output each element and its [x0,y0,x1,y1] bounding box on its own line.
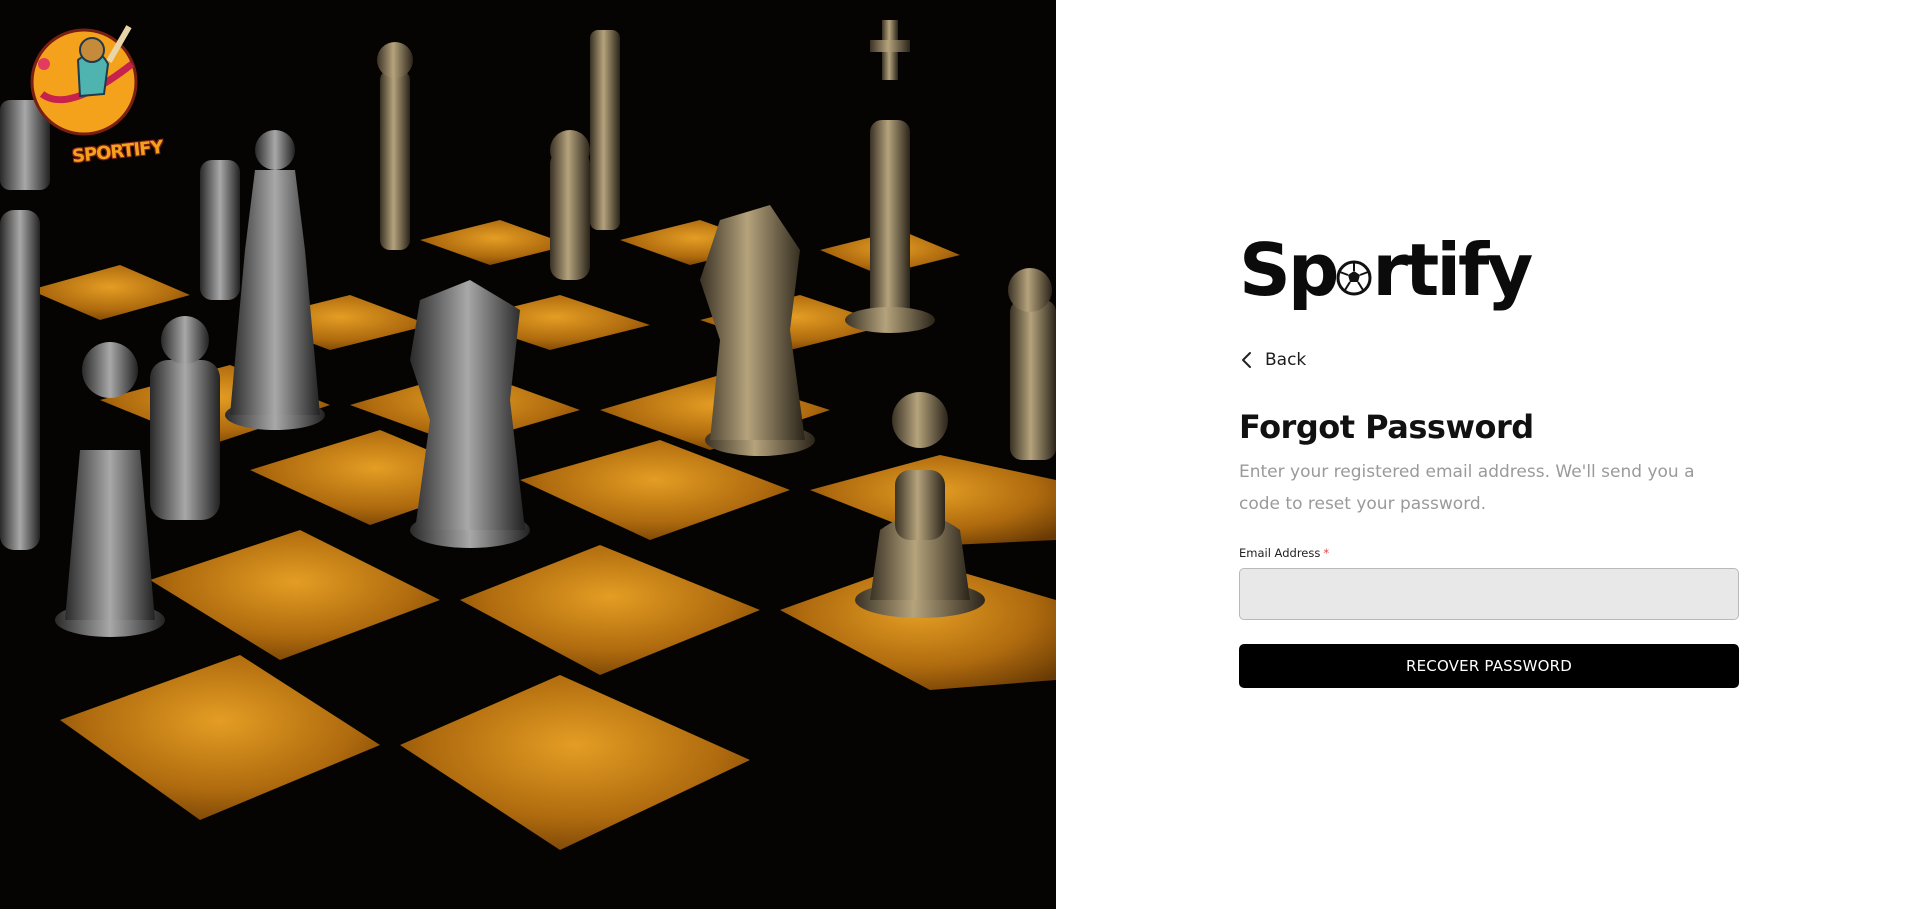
email-label-text: Email Address [1239,546,1321,560]
email-field-label: Email Address * [1239,546,1739,560]
auth-panel: Sp rtify Back Forgot Password Enter your… [1056,0,1920,909]
page-subtitle: Enter your registered email address. We'… [1239,462,1695,514]
forgot-password-form: Sp rtify Back Forgot Password Enter your… [1239,230,1739,688]
brand-wordmark-end: rtify [1372,228,1533,312]
brand-wordmark-start: Sp [1239,228,1339,312]
email-field[interactable] [1239,568,1739,620]
page-title: Forgot Password [1239,408,1534,446]
soccer-ball-icon [1336,260,1372,296]
sportify-badge-logo: SPORTIFY [28,24,164,167]
chevron-left-icon [1242,352,1251,368]
recover-password-button[interactable]: RECOVER PASSWORD [1239,644,1739,688]
brand-wordmark: Sp rtify [1239,230,1739,310]
back-link[interactable]: Back [1239,350,1329,370]
hero-image-panel: SPORTIFY [0,0,1056,909]
required-marker: * [1323,546,1330,560]
cricket-player-icon [30,25,138,136]
back-link-label: Back [1265,350,1307,370]
